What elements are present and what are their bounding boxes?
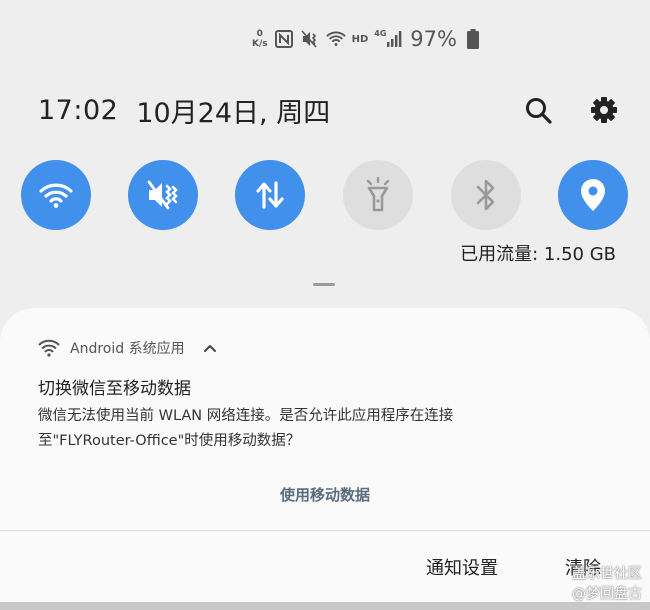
vibrate-mute-icon [300, 29, 320, 49]
notification-settings-button[interactable]: 通知设置 [426, 554, 498, 580]
tile-flashlight[interactable] [343, 160, 413, 230]
notification-body-line: 微信无法使用当前 WLAN 网络连接。是否允许此应用程序在连接 [38, 408, 454, 424]
network-type-label: 4G [374, 28, 387, 38]
search-button[interactable] [522, 94, 554, 126]
flashlight-icon [366, 177, 390, 212]
hd-label: HD [351, 33, 369, 45]
wifi-icon [38, 339, 60, 357]
watermark: 盖乐世社区 @梦回盘古 [572, 564, 642, 604]
panel-actions: 通知设置 清除 [0, 554, 650, 584]
data-arrows-icon [256, 181, 284, 209]
clock[interactable]: 17:02 [38, 95, 118, 126]
notification-body: 微信无法使用当前 WLAN 网络连接。是否允许此应用程序在连接 至"FLYRou… [38, 404, 618, 454]
tile-mobile-data[interactable] [235, 160, 305, 230]
expand-toggle[interactable] [203, 343, 217, 353]
network-speed: 0 K/s [252, 29, 268, 49]
quick-settings-tiles [21, 160, 631, 232]
tile-location[interactable] [558, 160, 628, 230]
settings-button[interactable] [588, 94, 620, 126]
use-mobile-data-button[interactable]: 使用移动数据 [0, 484, 650, 505]
tile-sound-mode[interactable] [128, 160, 198, 230]
network-speed-value: 0 [256, 29, 263, 39]
chevron-up-icon [203, 345, 216, 352]
watermark-line: 盖乐世社区 [572, 566, 642, 582]
tile-wifi[interactable] [21, 160, 91, 230]
bluetooth-icon [476, 179, 495, 211]
panel-header: 17:02 10月24日, 周四 [38, 88, 620, 132]
header-actions [522, 94, 620, 126]
nfc-icon [274, 29, 294, 49]
notification-body-line: 至"FLYRouter-Office"时使用移动数据？ [38, 433, 301, 449]
vibrate-mute-icon [147, 180, 178, 210]
divider [0, 530, 650, 531]
notification-card[interactable]: Android 系统应用 切换微信至移动数据 微信无法使用当前 WLAN 网络连… [0, 308, 650, 608]
signal-icon: 4G [374, 29, 402, 49]
watermark-line: @梦回盘古 [572, 586, 642, 602]
search-icon [526, 98, 552, 124]
notification-header: Android 系统应用 [38, 338, 217, 358]
panel-drag-handle[interactable] [313, 283, 335, 286]
gear-icon [591, 97, 617, 123]
battery-icon [463, 29, 483, 49]
data-usage-label: 已用流量: 1.50 GB [460, 244, 616, 265]
background-app-strip [0, 602, 650, 610]
notification-title: 切换微信至移动数据 [38, 379, 191, 399]
notification-app-name: Android 系统应用 [70, 341, 185, 357]
wifi-icon [39, 183, 73, 208]
location-pin-icon [581, 179, 605, 211]
status-bar: 0 K/s HD 4G 97% [252, 24, 483, 54]
date[interactable]: 10月24日, 周四 [136, 91, 330, 130]
tile-bluetooth[interactable] [451, 160, 521, 230]
battery-percent: 97% [410, 27, 457, 51]
network-speed-unit: K/s [252, 39, 268, 49]
wifi-icon [325, 29, 346, 49]
